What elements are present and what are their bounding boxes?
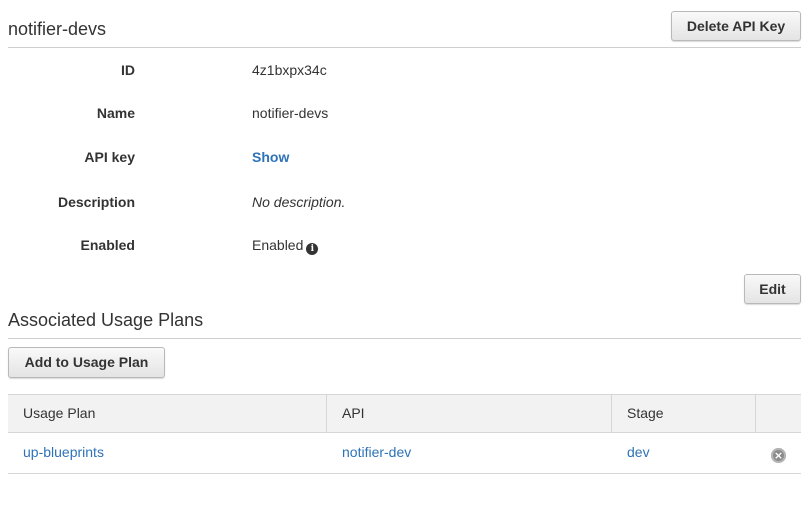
name-label: Name [96,105,135,121]
description-label: Description [57,194,135,210]
column-header-actions [756,395,801,432]
show-api-key-link[interactable]: Show [252,149,289,165]
stage-cell: dev [612,433,756,473]
column-header-api: API [327,395,612,432]
add-to-usage-plan-button[interactable]: Add to Usage Plan [8,347,165,378]
api-key-label: API key [84,149,135,165]
table-header: Usage Plan API Stage [8,394,801,433]
id-label: ID [121,62,135,78]
description-value: No description. [252,194,346,210]
usage-plan-cell: up-blueprints [8,433,327,473]
edit-button[interactable]: Edit [744,274,801,304]
enabled-label: Enabled [80,237,135,253]
usage-plans-header: Associated Usage Plans [8,305,801,339]
id-value: 4z1bxpx34c [252,62,327,78]
info-icon[interactable]: i [306,243,319,255]
enabled-value: Enabled [252,237,304,253]
detail-row-api-key: API key Show [0,149,700,169]
detail-row-description: Description No description. [0,194,700,214]
remove-circle-icon[interactable]: × [771,448,786,463]
api-cell: notifier-dev [327,433,612,473]
delete-api-key-button[interactable]: Delete API Key [671,11,801,41]
detail-row-name: Name notifier-devs [0,105,700,125]
usage-plans-table: Usage Plan API Stage up-blueprints notif… [8,394,801,474]
enabled-value-wrap: Enabled i [252,237,319,255]
page-title: notifier-devs [8,19,107,39]
detail-row-id: ID 4z1bxpx34c [0,62,700,82]
remove-cell: × [756,433,801,473]
usage-plan-link[interactable]: up-blueprints [23,444,104,460]
stage-link[interactable]: dev [627,444,650,460]
usage-plans-title: Associated Usage Plans [8,310,204,330]
column-header-usage-plan: Usage Plan [8,395,327,432]
detail-row-enabled: Enabled Enabled i [0,237,700,257]
api-link[interactable]: notifier-dev [342,444,411,460]
column-header-stage: Stage [612,395,756,432]
table-row: up-blueprints notifier-dev dev × [8,433,801,474]
name-value: notifier-devs [252,105,329,121]
